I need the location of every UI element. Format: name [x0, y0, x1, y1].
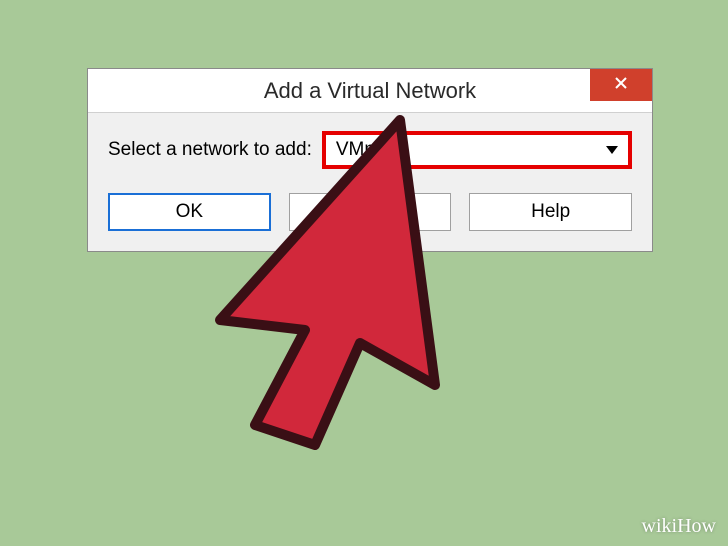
- close-button[interactable]: [590, 69, 652, 101]
- dialog-titlebar: Add a Virtual Network: [88, 69, 652, 113]
- close-icon: [614, 76, 628, 95]
- cancel-button[interactable]: Cancel: [289, 193, 452, 231]
- add-virtual-network-dialog: Add a Virtual Network Select a network t…: [87, 68, 653, 252]
- chevron-down-icon: [606, 146, 618, 154]
- network-select-row: Select a network to add: VMnet3: [108, 131, 632, 169]
- help-button-label: Help: [531, 201, 570, 223]
- cancel-button-label: Cancel: [340, 201, 399, 223]
- watermark: wikiHow: [642, 515, 716, 538]
- dropdown-value: VMnet3: [336, 139, 606, 161]
- dialog-content: Select a network to add: VMnet3 OK Cance…: [88, 113, 652, 251]
- help-button[interactable]: Help: [469, 193, 632, 231]
- network-select-label: Select a network to add:: [108, 139, 312, 161]
- ok-button[interactable]: OK: [108, 193, 271, 231]
- dialog-title: Add a Virtual Network: [264, 78, 476, 104]
- dialog-button-row: OK Cancel Help: [108, 193, 632, 231]
- ok-button-label: OK: [176, 201, 203, 223]
- network-dropdown[interactable]: VMnet3: [322, 131, 632, 169]
